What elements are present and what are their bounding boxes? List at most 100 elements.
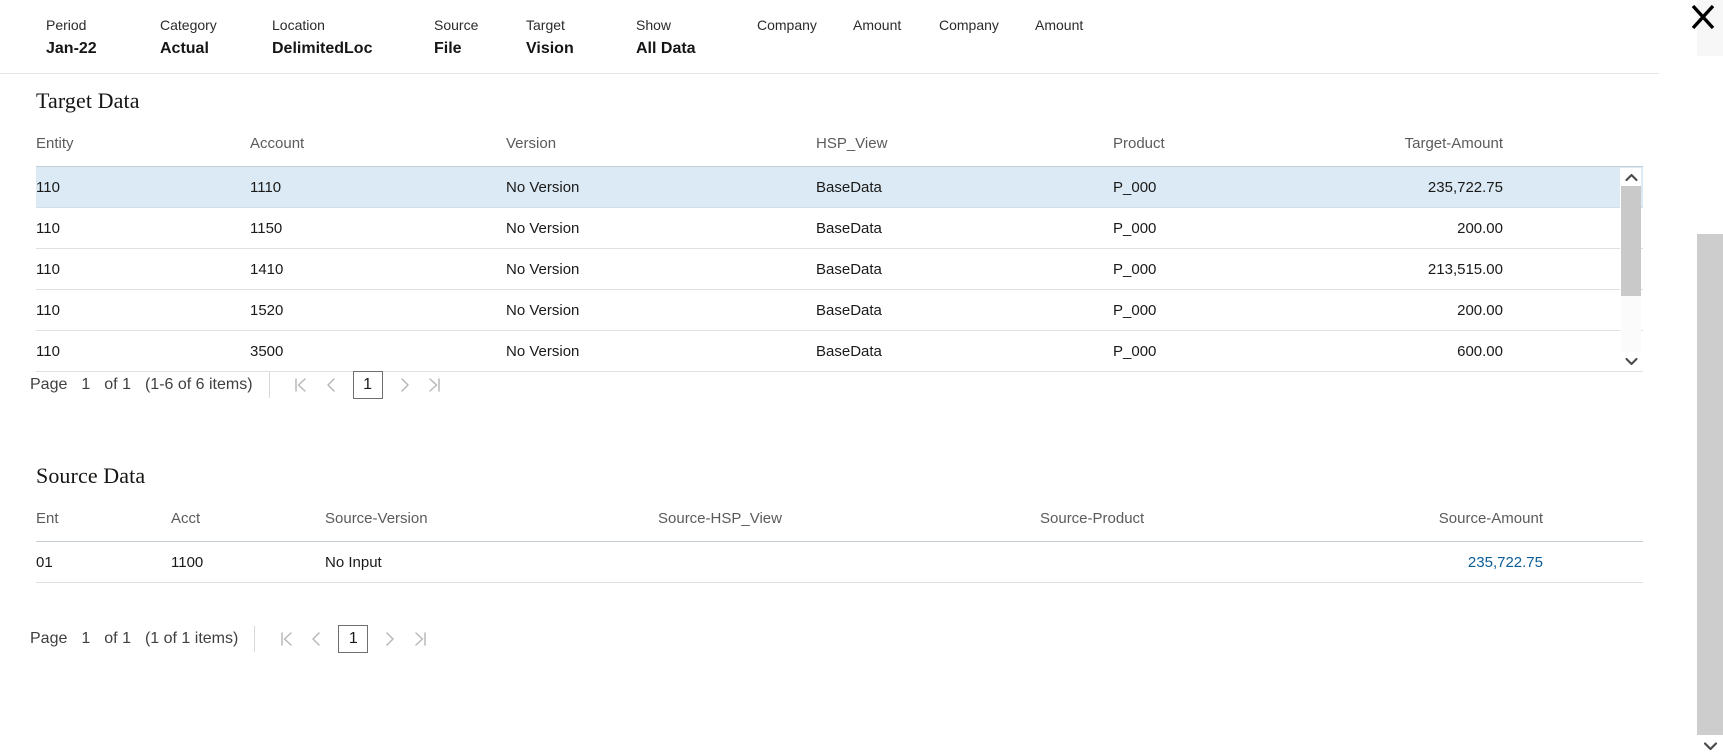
source-data-title: Source Data [36,463,145,489]
column-header-account[interactable]: Account [250,134,304,154]
param-company-2[interactable]: Company [939,16,999,37]
pager-last-button[interactable] [405,625,435,653]
cell-account: 1150 [250,219,282,239]
source-grid-header: Ent Acct Source-Version Source-HSP_View … [36,509,1643,542]
column-header-source-amount[interactable]: Source-Amount [1439,509,1543,529]
source-grid-body: 01 1100 No Input 235,722.75 [36,542,1643,584]
param-show-value: All Data [636,37,696,61]
param-location[interactable]: Location DelimitedLoc [272,16,372,61]
column-header-entity[interactable]: Entity [36,134,74,154]
target-data-grid: Entity Account Version HSP_View Product … [36,134,1643,372]
source-pager: Page 1 of 1 (1 of 1 items) 1 [30,622,435,656]
cell-target-amount: 600.00 [1457,342,1503,362]
pager-items-label: (1-6 of 6 items) [145,376,253,394]
param-category-value: Actual [160,37,217,61]
pager-next-button[interactable] [375,625,405,653]
page-scrollbar[interactable] [1697,0,1723,756]
param-company-1[interactable]: Company [757,16,817,37]
cell-target-amount: 213,515.00 [1428,260,1503,280]
pager-of-label: of 1 [104,376,131,394]
param-show[interactable]: Show All Data [636,16,696,61]
param-category-label: Category [160,16,217,35]
parameter-bar: Period Jan-22 Category Actual Location D… [0,0,1659,74]
table-row[interactable]: 110 1150 No Version BaseData P_000 200.0… [36,208,1643,249]
cell-hsp-view: BaseData [816,260,882,280]
pager-first-button[interactable] [271,625,301,653]
pager-page-label: Page [30,630,67,648]
cell-target-amount: 200.00 [1457,301,1503,321]
pager-next-button[interactable] [390,371,420,399]
pager-items-label: (1 of 1 items) [145,630,238,648]
column-header-version[interactable]: Version [506,134,556,154]
cell-product: P_000 [1113,301,1156,321]
cell-version: No Version [506,219,579,239]
scrollbar-thumb[interactable] [1621,186,1641,296]
cell-hsp-view: BaseData [816,178,882,198]
pager-divider [254,626,255,652]
target-pager: Page 1 of 1 (1-6 of 6 items) 1 [30,368,450,402]
pager-page-label: Page [30,376,67,394]
param-source-label: Source [434,16,478,35]
target-grid-scrollbar[interactable] [1620,168,1640,370]
cell-version: No Version [506,260,579,280]
table-row[interactable]: 110 1110 No Version BaseData P_000 235,7… [36,167,1643,208]
cell-product: P_000 [1113,178,1156,198]
cell-product: P_000 [1113,219,1156,239]
param-location-label: Location [272,16,372,35]
param-target-label: Target [526,16,574,35]
cell-version: No Version [506,178,579,198]
table-row[interactable]: 110 1410 No Version BaseData P_000 213,5… [36,249,1643,290]
pager-last-button[interactable] [420,371,450,399]
pager-page-number[interactable]: 1 [81,376,90,394]
param-company-2-label: Company [939,16,999,35]
column-header-hsp-view[interactable]: HSP_View [816,134,887,154]
pager-current-page[interactable]: 1 [338,625,368,653]
page-scroll-down-icon[interactable] [1697,735,1723,756]
pager-current-page[interactable]: 1 [353,371,383,399]
param-amount-1[interactable]: Amount [853,16,901,37]
param-amount-2-label: Amount [1035,16,1083,35]
cell-account: 1520 [250,301,283,321]
pager-prev-button[interactable] [316,371,346,399]
cell-entity: 110 [36,301,60,321]
pager-page-number[interactable]: 1 [81,630,90,648]
param-target[interactable]: Target Vision [526,16,574,61]
target-grid-body: 110 1110 No Version BaseData P_000 235,7… [36,167,1643,372]
cell-target-amount: 235,722.75 [1428,178,1503,198]
table-row[interactable]: 110 3500 No Version BaseData P_000 600.0… [36,331,1643,372]
param-show-label: Show [636,16,696,35]
param-source-value: File [434,37,478,61]
close-button[interactable] [1683,0,1723,36]
table-row[interactable]: 110 1520 No Version BaseData P_000 200.0… [36,290,1643,331]
cell-acct: 1100 [171,553,203,573]
param-category[interactable]: Category Actual [160,16,217,61]
param-source[interactable]: Source File [434,16,478,61]
param-period-value: Jan-22 [46,37,97,61]
param-amount-1-label: Amount [853,16,901,35]
column-header-target-amount[interactable]: Target-Amount [1405,134,1503,154]
cell-source-amount[interactable]: 235,722.75 [1468,553,1543,573]
source-data-grid: Ent Acct Source-Version Source-HSP_View … [36,509,1643,584]
scroll-up-icon[interactable] [1621,168,1641,186]
pager-of-label: of 1 [104,630,131,648]
column-header-source-version[interactable]: Source-Version [325,509,428,529]
scroll-down-icon[interactable] [1621,352,1641,370]
param-company-1-label: Company [757,16,817,35]
pager-first-button[interactable] [286,371,316,399]
param-location-value: DelimitedLoc [272,37,372,61]
cell-version: No Version [506,301,579,321]
cell-hsp-view: BaseData [816,301,882,321]
cell-account: 1110 [250,178,281,198]
param-amount-2[interactable]: Amount [1035,16,1083,37]
cell-account: 1410 [250,260,283,280]
param-period[interactable]: Period Jan-22 [46,16,97,61]
column-header-acct[interactable]: Acct [171,509,200,529]
column-header-product[interactable]: Product [1113,134,1165,154]
page-scrollbar-gap [1697,56,1723,234]
column-header-source-product[interactable]: Source-Product [1040,509,1144,529]
column-header-ent[interactable]: Ent [36,509,59,529]
column-header-source-hsp-view[interactable]: Source-HSP_View [658,509,782,529]
application-root: Period Jan-22 Category Actual Location D… [0,0,1723,756]
table-row[interactable]: 01 1100 No Input 235,722.75 [36,542,1643,583]
pager-prev-button[interactable] [301,625,331,653]
